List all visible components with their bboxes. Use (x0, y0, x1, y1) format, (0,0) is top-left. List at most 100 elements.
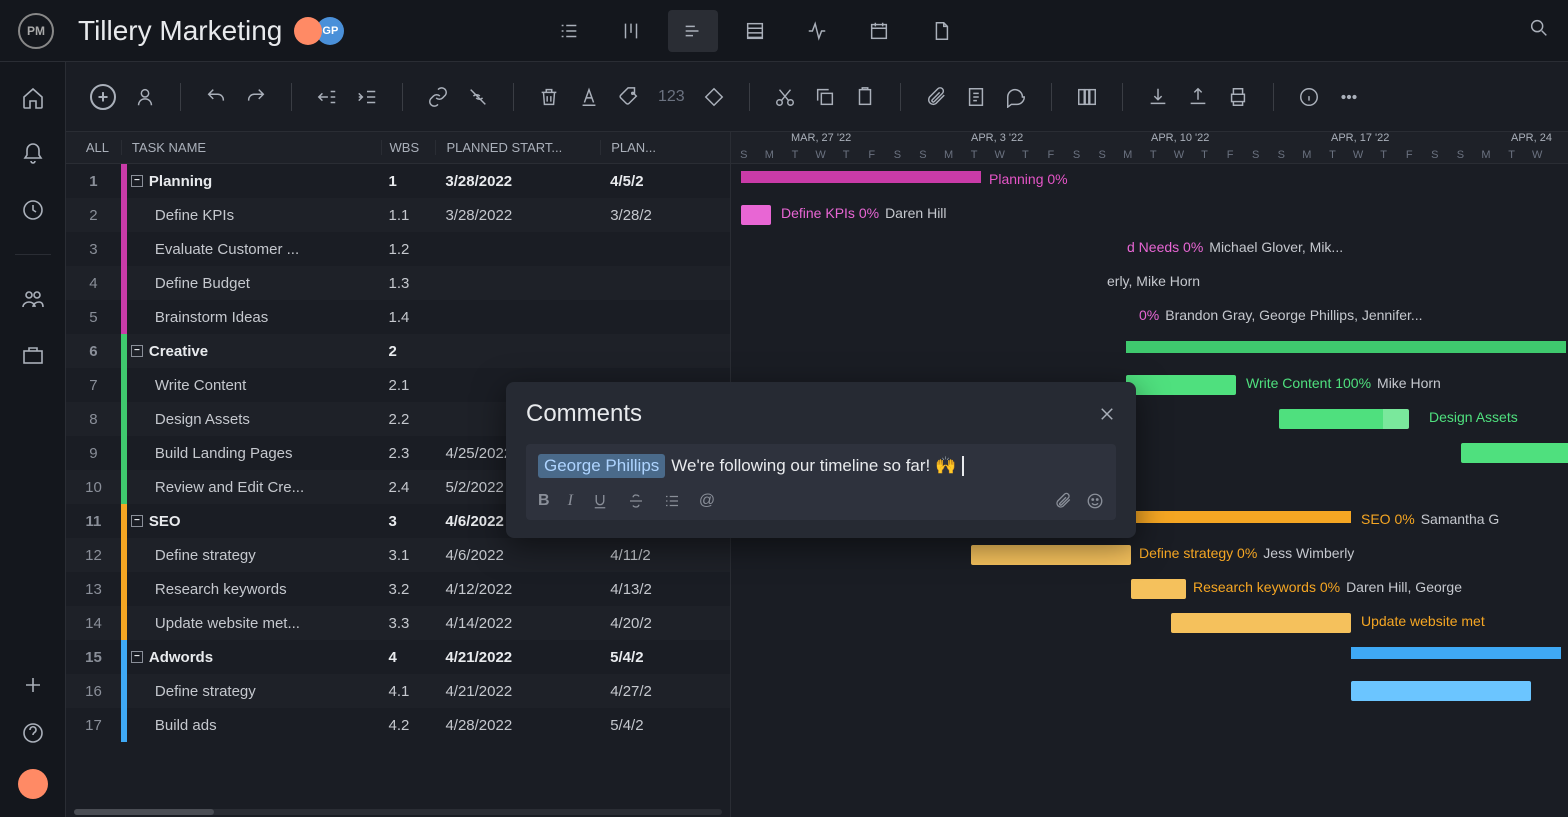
print-icon[interactable] (1227, 86, 1249, 108)
search-icon[interactable] (1528, 17, 1550, 44)
gantt-bar[interactable] (1461, 443, 1568, 463)
attach-button[interactable] (1054, 492, 1072, 510)
view-list[interactable] (544, 10, 594, 52)
trash-icon[interactable] (538, 86, 560, 108)
task-name-cell[interactable]: Build Landing Pages (127, 445, 381, 462)
collapse-icon[interactable]: − (131, 345, 143, 357)
emoji-button[interactable] (1086, 492, 1104, 510)
view-gantt[interactable] (668, 10, 718, 52)
task-name-cell[interactable]: −SEO (127, 513, 381, 530)
task-name-cell[interactable]: Design Assets (127, 411, 381, 428)
unlink-icon[interactable] (467, 86, 489, 108)
task-name-cell[interactable]: Evaluate Customer ... (127, 241, 381, 258)
text-color-icon[interactable] (578, 86, 600, 108)
task-row[interactable]: 12 Define strategy 3.1 4/6/2022 4/11/2 (66, 538, 730, 572)
col-planned-end[interactable]: PLAN... (600, 140, 730, 155)
gantt-bar[interactable] (1171, 613, 1351, 633)
users-icon[interactable] (21, 287, 45, 311)
task-name-cell[interactable]: Define strategy (127, 547, 381, 564)
task-row[interactable]: 17 Build ads 4.2 4/28/2022 5/4/2 (66, 708, 730, 742)
gantt-bar[interactable] (741, 171, 981, 183)
task-row[interactable]: 3 Evaluate Customer ... 1.2 (66, 232, 730, 266)
end-cell[interactable]: 4/13/2 (600, 581, 730, 598)
task-row[interactable]: 15 −Adwords 4 4/21/2022 5/4/2 (66, 640, 730, 674)
gantt-bar[interactable] (741, 205, 771, 225)
outdent-icon[interactable] (316, 86, 338, 108)
attach-icon[interactable] (925, 86, 947, 108)
view-activity[interactable] (792, 10, 842, 52)
start-cell[interactable]: 4/6/2022 (435, 547, 600, 564)
task-name-cell[interactable]: Brainstorm Ideas (127, 309, 381, 326)
strike-button[interactable] (627, 492, 645, 510)
task-name-cell[interactable]: Update website met... (127, 615, 381, 632)
tag-icon[interactable] (618, 86, 640, 108)
view-calendar[interactable] (854, 10, 904, 52)
task-name-cell[interactable]: −Creative (127, 343, 381, 360)
view-board[interactable] (606, 10, 656, 52)
plus-icon[interactable] (21, 673, 45, 697)
project-title[interactable]: Tillery Marketing (78, 15, 282, 47)
copy-icon[interactable] (814, 86, 836, 108)
diamond-icon[interactable] (703, 86, 725, 108)
col-all[interactable]: ALL (66, 140, 121, 155)
assign-icon[interactable] (134, 86, 156, 108)
home-icon[interactable] (21, 86, 45, 110)
task-name-cell[interactable]: Review and Edit Cre... (127, 479, 381, 496)
collapse-icon[interactable]: − (131, 175, 143, 187)
col-planned-start[interactable]: PLANNED START... (435, 140, 600, 155)
export-icon[interactable] (1187, 86, 1209, 108)
task-name-cell[interactable]: Define strategy (127, 683, 381, 700)
task-row[interactable]: 14 Update website met... 3.3 4/14/2022 4… (66, 606, 730, 640)
italic-button[interactable]: I (568, 492, 573, 510)
avatar-1[interactable] (294, 17, 322, 45)
briefcase-icon[interactable] (21, 343, 45, 367)
paste-icon[interactable] (854, 86, 876, 108)
comment-input[interactable]: George Phillips We're following our time… (526, 444, 1116, 520)
cut-icon[interactable] (774, 86, 796, 108)
logo[interactable]: PM (18, 13, 54, 49)
task-row[interactable]: 2 Define KPIs 1.1 3/28/2022 3/28/2 (66, 198, 730, 232)
task-row[interactable]: 6 −Creative 2 (66, 334, 730, 368)
mention-tag[interactable]: George Phillips (538, 454, 665, 478)
help-icon[interactable] (21, 721, 45, 745)
underline-button[interactable] (591, 492, 609, 510)
columns-icon[interactable] (1076, 86, 1098, 108)
collapse-icon[interactable]: − (131, 651, 143, 663)
list-button[interactable] (663, 492, 681, 510)
task-name-cell[interactable]: Research keywords (127, 581, 381, 598)
task-row[interactable]: 4 Define Budget 1.3 (66, 266, 730, 300)
comment-icon[interactable] (1005, 86, 1027, 108)
gantt-bar[interactable] (1351, 647, 1561, 659)
task-row[interactable]: 16 Define strategy 4.1 4/21/2022 4/27/2 (66, 674, 730, 708)
gantt-bar[interactable] (971, 545, 1131, 565)
redo-icon[interactable] (245, 86, 267, 108)
task-name-cell[interactable]: Build ads (127, 717, 381, 734)
start-cell[interactable]: 4/21/2022 (435, 649, 600, 666)
gantt-bar[interactable] (1351, 681, 1531, 701)
undo-icon[interactable] (205, 86, 227, 108)
link-icon[interactable] (427, 86, 449, 108)
import-icon[interactable] (1147, 86, 1169, 108)
gantt-bar[interactable] (1126, 341, 1566, 353)
col-wbs[interactable]: WBS (381, 140, 436, 155)
start-cell[interactable]: 4/21/2022 (435, 683, 600, 700)
grid-scrollbar[interactable] (74, 809, 722, 815)
gantt-bar[interactable] (1279, 409, 1409, 429)
collapse-icon[interactable]: − (131, 515, 143, 527)
end-cell[interactable]: 3/28/2 (600, 207, 730, 224)
at-button[interactable]: @ (699, 492, 715, 510)
task-name-cell[interactable]: −Adwords (127, 649, 381, 666)
task-row[interactable]: 1 −Planning 1 3/28/2022 4/5/2 (66, 164, 730, 198)
more-icon[interactable] (1338, 86, 1360, 108)
gantt-bar[interactable] (1131, 579, 1186, 599)
task-name-cell[interactable]: Write Content (127, 377, 381, 394)
end-cell[interactable]: 4/11/2 (600, 547, 730, 564)
add-task-button[interactable]: + (90, 84, 116, 110)
col-task-name[interactable]: TASK NAME (121, 140, 381, 155)
task-row[interactable]: 5 Brainstorm Ideas 1.4 (66, 300, 730, 334)
end-cell[interactable]: 4/5/2 (600, 173, 730, 190)
start-cell[interactable]: 4/14/2022 (435, 615, 600, 632)
user-avatar[interactable] (18, 769, 48, 799)
clock-icon[interactable] (21, 198, 45, 222)
start-cell[interactable]: 3/28/2022 (435, 207, 600, 224)
